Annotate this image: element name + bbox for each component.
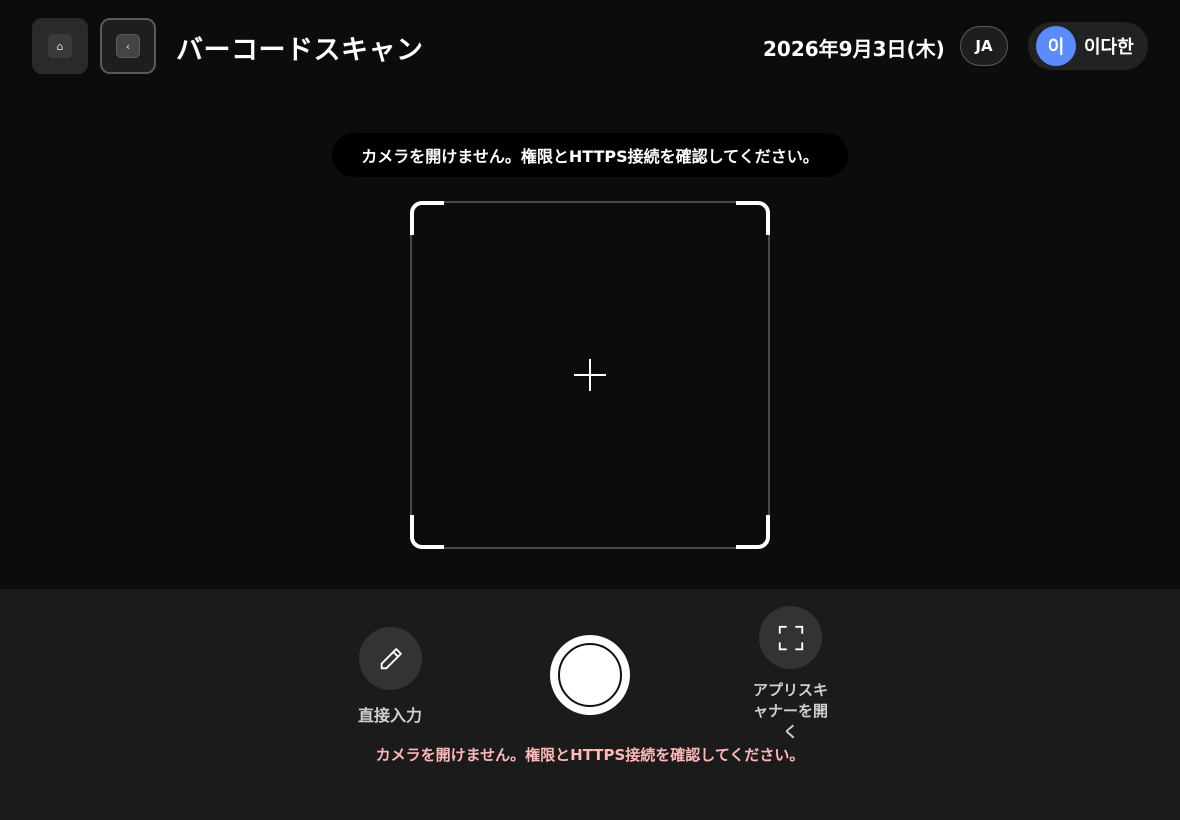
- viewfinder-corner-bottom-left: [410, 515, 444, 549]
- camera-error-message: カメラを開けません。権限とHTTPS接続を確認してください。: [375, 746, 805, 764]
- pencil-icon: [380, 647, 402, 669]
- user-name: 이다한: [1084, 37, 1134, 58]
- camera-error-toast: カメラを開けません。権限とHTTPS接続を確認してください。: [332, 133, 848, 177]
- viewfinder-corner-top-right: [736, 201, 770, 235]
- shutter-button[interactable]: [550, 635, 630, 715]
- viewfinder-corner-bottom-right: [736, 515, 770, 549]
- viewfinder-corner-top-left: [410, 201, 444, 235]
- shutter-inner-ring: [558, 643, 622, 707]
- header-bar: ⌂ ‹ バーコードスキャン 2026年9月3日(木) JA 이 이다한: [0, 0, 1180, 92]
- scan-viewfinder: [410, 201, 770, 549]
- open-app-scanner-button[interactable]: [759, 606, 822, 669]
- back-button[interactable]: ‹: [100, 18, 156, 74]
- language-toggle[interactable]: JA: [960, 26, 1008, 66]
- home-icon: ⌂: [48, 34, 72, 58]
- scan-frame-icon: [778, 625, 803, 650]
- chevron-left-icon: ‹: [116, 34, 140, 58]
- page-title: バーコードスキャン: [176, 35, 424, 66]
- open-app-scanner-label: アプリスキャナーを開く: [752, 681, 828, 741]
- barcode-scan-screen: ⌂ ‹ バーコードスキャン 2026年9月3日(木) JA 이 이다한 カメラを…: [0, 0, 1180, 820]
- manual-entry-label: 直接入力: [357, 706, 422, 725]
- current-date: 2026年9月3日(木): [763, 37, 945, 61]
- crosshair-icon: [574, 359, 606, 391]
- avatar: 이: [1036, 26, 1076, 66]
- scanner-controls: 直接入力 アプリスキャナーを開く カメラを開けません。権限とHTTPS接続を確認…: [0, 589, 1180, 820]
- user-menu[interactable]: 이 이다한: [1028, 22, 1148, 70]
- home-button[interactable]: ⌂: [32, 18, 88, 74]
- manual-entry-button[interactable]: [359, 627, 422, 690]
